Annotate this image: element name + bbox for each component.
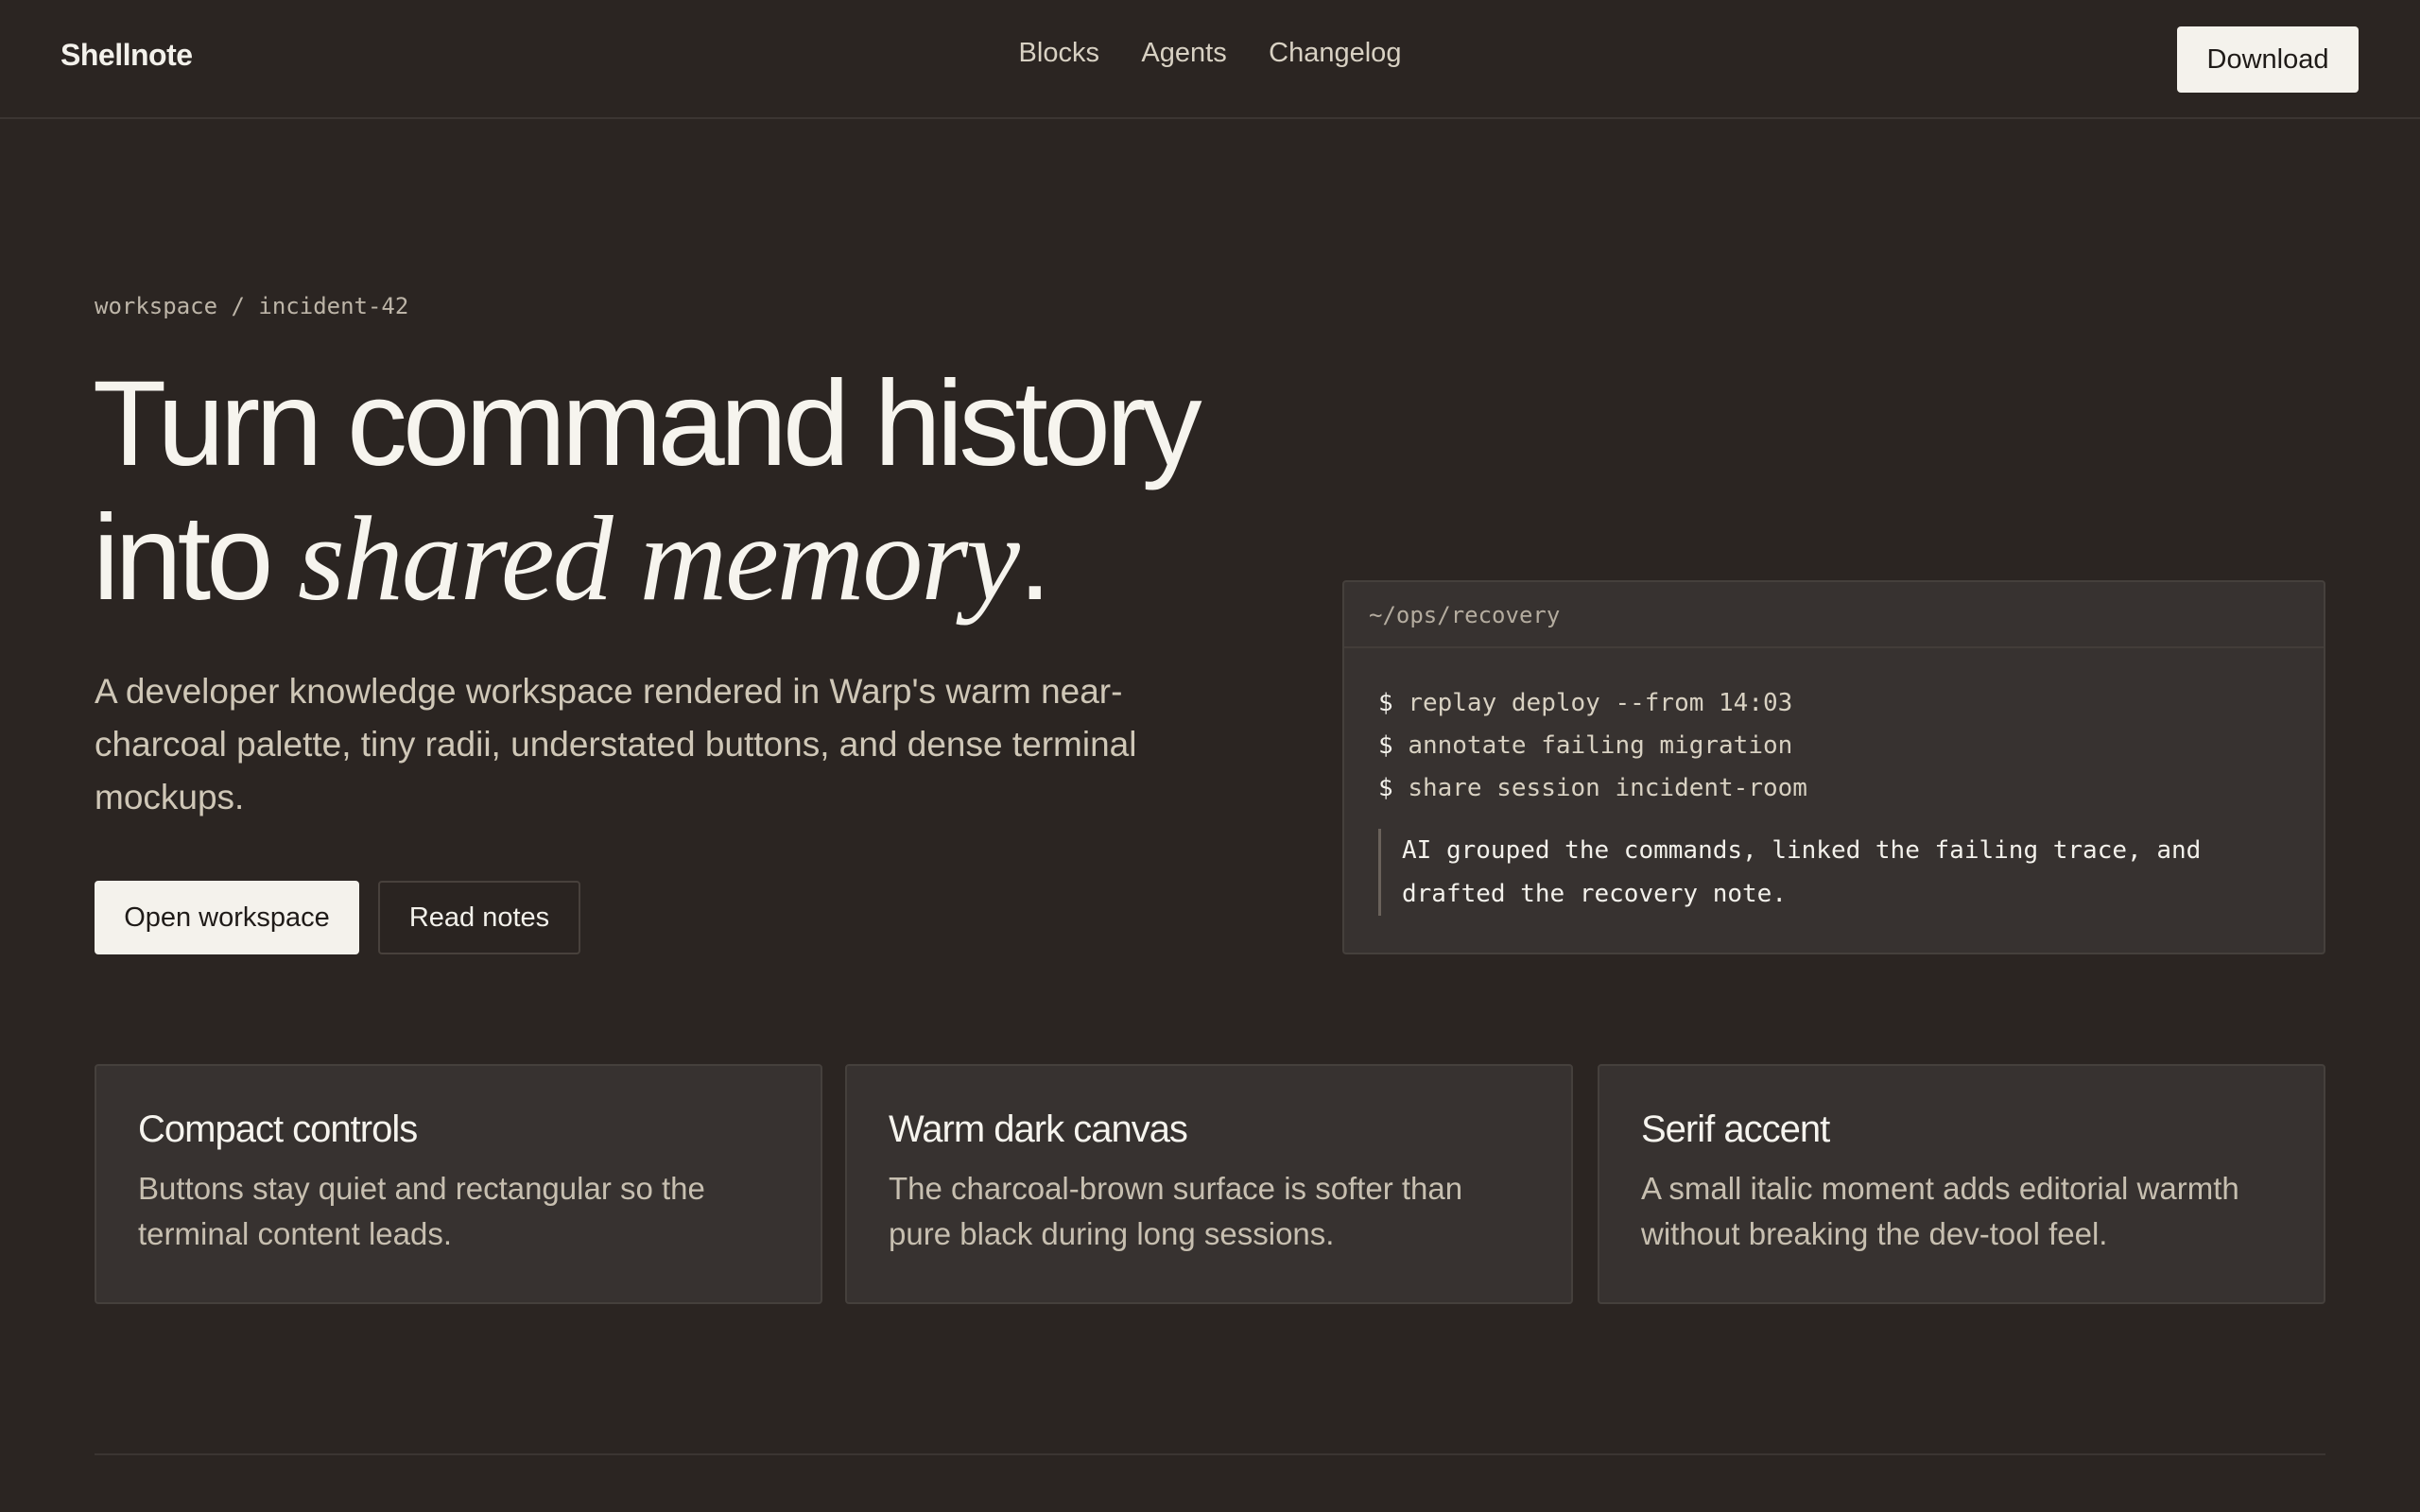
nav-link-agents[interactable]: Agents — [1141, 38, 1226, 69]
nav-link-blocks[interactable]: Blocks — [1019, 38, 1099, 69]
nav-link-changelog[interactable]: Changelog — [1269, 38, 1401, 69]
headline-line-1: Turn command history — [93, 356, 1202, 491]
terminal-command-line: $ annotate failing migration — [1378, 725, 2324, 767]
feature-card-compact-controls: Compact controls Buttons stay quiet and … — [95, 1064, 822, 1304]
open-workspace-button[interactable]: Open workspace — [95, 881, 359, 954]
feature-card-warm-dark-canvas: Warm dark canvas The charcoal-brown surf… — [845, 1064, 1573, 1304]
terminal-command-line: $ replay deploy --from 14:03 — [1378, 682, 2324, 725]
feature-card-body: Buttons stay quiet and rectangular so th… — [138, 1171, 705, 1251]
terminal-prompt: $ — [1378, 689, 1393, 717]
primary-nav: Blocks Agents Changelog — [0, 38, 2420, 69]
footer-divider — [95, 1453, 2325, 1455]
terminal-prompt: $ — [1378, 731, 1393, 760]
feature-card-title: Warm dark canvas — [889, 1108, 1188, 1150]
headline-line-2-prefix: into — [93, 490, 298, 626]
feature-card-title: Serif accent — [1641, 1108, 1830, 1150]
download-button[interactable]: Download — [2177, 26, 2359, 93]
feature-card-body: A small italic moment adds editorial war… — [1641, 1171, 2239, 1251]
ai-summary-note: AI grouped the commands, linked the fail… — [1378, 829, 2253, 916]
headline-suffix: . — [1017, 490, 1051, 626]
feature-card-serif-accent: Serif accent A small italic moment adds … — [1598, 1064, 2325, 1304]
feature-card-title: Compact controls — [138, 1108, 418, 1150]
hero-description: A developer knowledge workspace rendered… — [95, 672, 1137, 816]
brand-logo[interactable]: Shellnote — [60, 38, 193, 73]
headline-accent: shared memory — [297, 491, 1020, 626]
terminal-command: annotate failing migration — [1408, 731, 1793, 760]
workspace-breadcrumb: workspace / incident-42 — [95, 293, 409, 319]
read-notes-button[interactable]: Read notes — [378, 881, 580, 954]
terminal-command: share session incident-room — [1408, 774, 1807, 802]
terminal-body: $ replay deploy --from 14:03 $ annotate … — [1344, 648, 2324, 916]
terminal-prompt: $ — [1378, 774, 1393, 802]
terminal-mockup: ~/ops/recovery $ replay deploy --from 14… — [1342, 580, 2325, 954]
terminal-path: ~/ops/recovery — [1344, 582, 2324, 648]
top-navigation-bar: Shellnote Blocks Agents Changelog Downlo… — [0, 0, 2420, 119]
feature-card-body: The charcoal-brown surface is softer tha… — [889, 1171, 1463, 1251]
hero-headline: Turn command history into shared memory. — [93, 356, 1322, 627]
terminal-command-line: $ share session incident-room — [1378, 767, 2324, 810]
terminal-command: replay deploy --from 14:03 — [1408, 689, 1793, 717]
